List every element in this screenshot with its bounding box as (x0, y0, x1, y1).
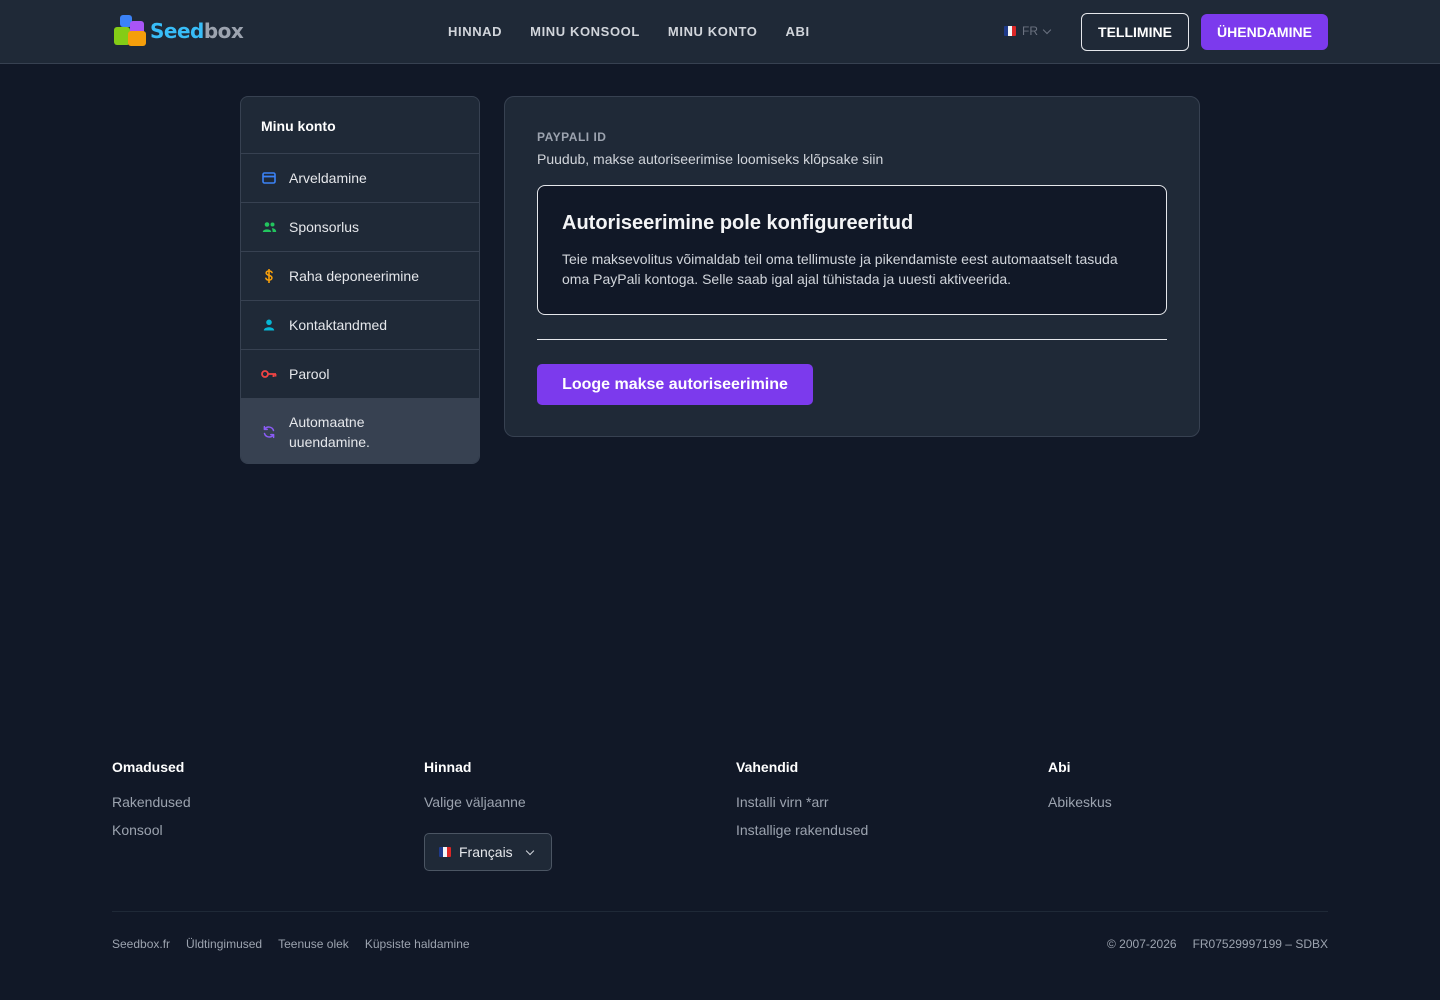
company-id: FR07529997199 – SDBX (1192, 937, 1328, 951)
paypal-id-value[interactable]: Puudub, makse autoriseerimise loomiseks … (537, 151, 883, 167)
chevron-down-icon (525, 846, 534, 855)
footer-link-terms[interactable]: Üldtingimused (186, 937, 262, 951)
credit-card-icon (261, 170, 277, 186)
footer-legal: © 2007-2026 FR07529997199 – SDBX (1107, 937, 1328, 951)
language-code: FR (1022, 24, 1038, 38)
footer-column-title: Omadused (112, 759, 185, 775)
nav-minu-konto[interactable]: MINU KONTO (668, 24, 758, 40)
divider (537, 339, 1167, 340)
sidebar-item-label: Parool (289, 366, 330, 382)
authorization-alert: Autoriseerimine pole konfigureeritud Tei… (537, 185, 1167, 315)
sidebar-item-auto-renewal[interactable]: Automaatne uuendamine. (241, 399, 479, 463)
sidebar-item-contact[interactable]: Kontaktandmed (241, 301, 479, 350)
footer-column-title: Vahendid (736, 759, 799, 775)
seedbox-logo[interactable]: Seedbox (114, 15, 244, 47)
account-sidebar: Minu konto Arveldamine Sponsorlus Raha d… (240, 96, 480, 464)
nav-hinnad[interactable]: HINNAD (448, 24, 502, 40)
footer-column-tools: Vahendid Installi virn *arr Installige r… (736, 759, 868, 849)
footer-link-seedbox[interactable]: Seedbox.fr (112, 937, 170, 951)
footer-language-select[interactable]: Français (424, 833, 552, 871)
create-authorization-button[interactable]: Looge makse autoriseerimine (537, 364, 813, 405)
footer-link-cookies[interactable]: Küpsiste haldamine (365, 937, 470, 951)
footer-link-apps[interactable]: Rakendused (112, 793, 191, 811)
user-icon (261, 317, 277, 333)
language-switcher[interactable]: FR (1004, 24, 1052, 38)
auto-renewal-card: PAYPALI ID Puudub, makse autoriseerimise… (504, 96, 1200, 437)
sidebar-item-label: Kontaktandmed (289, 317, 388, 333)
key-icon (261, 366, 277, 382)
sidebar-item-password[interactable]: Parool (241, 350, 479, 399)
footer-link-install-apps[interactable]: Installige rakendused (736, 821, 868, 839)
footer-bottom-links: Seedbox.fr Üldtingimused Teenuse olek Kü… (112, 937, 470, 951)
france-flag-icon (439, 847, 451, 857)
sidebar-item-label: Sponsorlus (289, 219, 360, 235)
sidebar-item-label: Automaatne uuendamine. (289, 413, 370, 450)
top-header: Seedbox HINNAD MINU KONSOOL MINU KONTO A… (0, 0, 1440, 64)
sidebar-item-deposit[interactable]: Raha deponeerimine (241, 252, 479, 301)
login-button[interactable]: ÜHENDAMINE (1201, 14, 1328, 50)
nav-minu-konsool[interactable]: MINU KONSOOL (530, 24, 640, 40)
order-button[interactable]: TELLIMINE (1081, 13, 1189, 51)
footer-column-title: Hinnad (424, 759, 472, 775)
sidebar-item-billing[interactable]: Arveldamine (241, 154, 479, 203)
sidebar-item-label: Raha deponeerimine (289, 268, 419, 284)
france-flag-icon (1004, 26, 1016, 36)
footer-link-status[interactable]: Teenuse olek (278, 937, 349, 951)
logo-text: Seedbox (150, 19, 244, 43)
logo-mark-icon (114, 15, 148, 47)
alert-title: Autoriseerimine pole konfigureeritud (562, 212, 914, 234)
users-icon (261, 219, 277, 235)
sidebar-title: Minu konto (241, 97, 479, 154)
footer-link-choose-edition[interactable]: Valige väljaanne (424, 793, 526, 811)
nav-abi[interactable]: ABI (785, 24, 809, 40)
copyright: © 2007-2026 (1107, 937, 1177, 951)
footer-link-console[interactable]: Konsool (112, 821, 191, 839)
chevron-down-icon (1042, 25, 1052, 34)
footer-column-features: Omadused Rakendused Konsool (112, 759, 191, 849)
main-nav: HINNAD MINU KONSOOL MINU KONTO ABI (448, 24, 810, 40)
footer-column-help: Abi Abikeskus (1048, 759, 1112, 821)
alert-text: Teie maksevolitus võimaldab teil oma tel… (562, 251, 1118, 287)
dollar-icon (261, 268, 277, 284)
sidebar-item-sponsorship[interactable]: Sponsorlus (241, 203, 479, 252)
footer-divider (112, 911, 1328, 912)
paypal-id-label: PAYPALI ID (537, 130, 607, 144)
sidebar-item-label: Arveldamine (289, 170, 367, 186)
footer-language-value: Français (459, 844, 513, 860)
refresh-icon (261, 424, 277, 440)
footer-link-help-center[interactable]: Abikeskus (1048, 793, 1112, 811)
footer-link-install-arr[interactable]: Installi virn *arr (736, 793, 868, 811)
footer-column-pricing: Hinnad Valige väljaanne (424, 759, 526, 821)
footer-column-title: Abi (1048, 759, 1071, 775)
